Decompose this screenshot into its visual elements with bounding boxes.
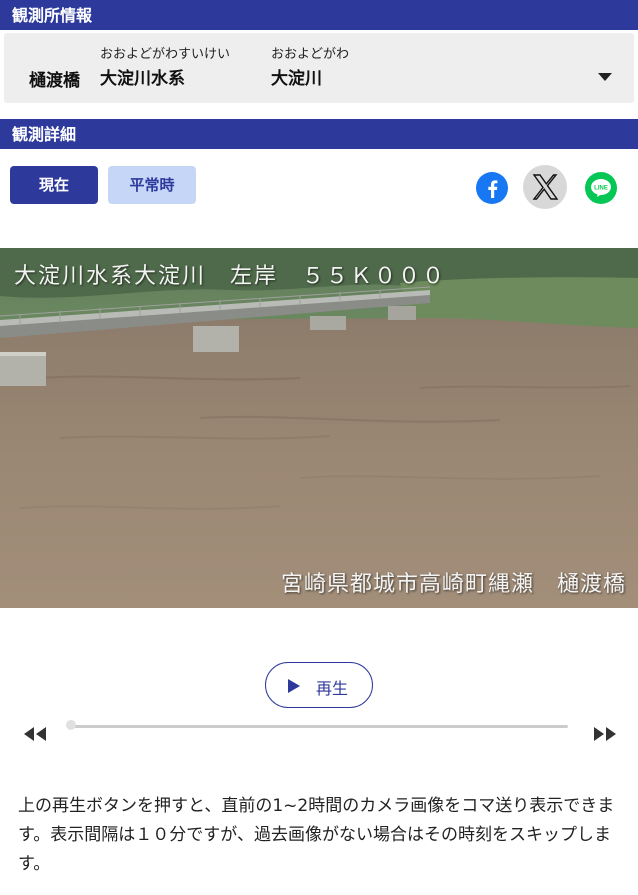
system-name: 大淀川水系 [100, 69, 185, 89]
camera-location-label: 大淀川水系大淀川 左岸 ５５Ｋ０００ [14, 264, 447, 289]
station-info-header: 観測所情報 [0, 0, 638, 30]
chevron-down-icon[interactable] [598, 73, 612, 81]
fast-forward-icon[interactable] [592, 727, 618, 741]
facebook-icon[interactable] [476, 172, 508, 204]
line-icon[interactable]: LINE [585, 172, 617, 204]
now-button[interactable]: 現在 [10, 166, 98, 204]
station-name: 樋渡橋 [29, 71, 80, 91]
play-icon [288, 679, 300, 693]
system-ruby: おおよどがわすいけい [100, 47, 231, 62]
timeline-slider[interactable] [68, 725, 568, 728]
rewind-icon[interactable] [22, 727, 48, 741]
play-label: 再生 [316, 679, 349, 698]
player-description: 上の再生ボタンを押すと、直前の1~2時間のカメラ画像をコマ送り表示できます。表示… [18, 796, 615, 874]
normal-time-button[interactable]: 平常時 [108, 166, 196, 204]
camera-image: 大淀川水系大淀川 左岸 ５５Ｋ０００ 宮崎県都城市高崎町縄瀬 樋渡橋 [0, 248, 638, 608]
station-selector[interactable]: 樋渡橋 おおよどがわすいけい 大淀川水系 おおよどがわ 大淀川 [4, 33, 634, 103]
x-icon[interactable] [522, 164, 568, 210]
camera-scene [0, 248, 638, 608]
river-name: 大淀川 [271, 69, 322, 89]
camera-address-label: 宮崎県都城市高崎町縄瀬 樋渡橋 [280, 572, 626, 597]
river-ruby: おおよどがわ [271, 47, 350, 62]
play-button[interactable]: 再生 [265, 662, 373, 708]
line-icon-text: LINE [594, 186, 608, 192]
detail-header: 観測詳細 [0, 119, 638, 149]
timeline-handle[interactable] [66, 720, 76, 730]
